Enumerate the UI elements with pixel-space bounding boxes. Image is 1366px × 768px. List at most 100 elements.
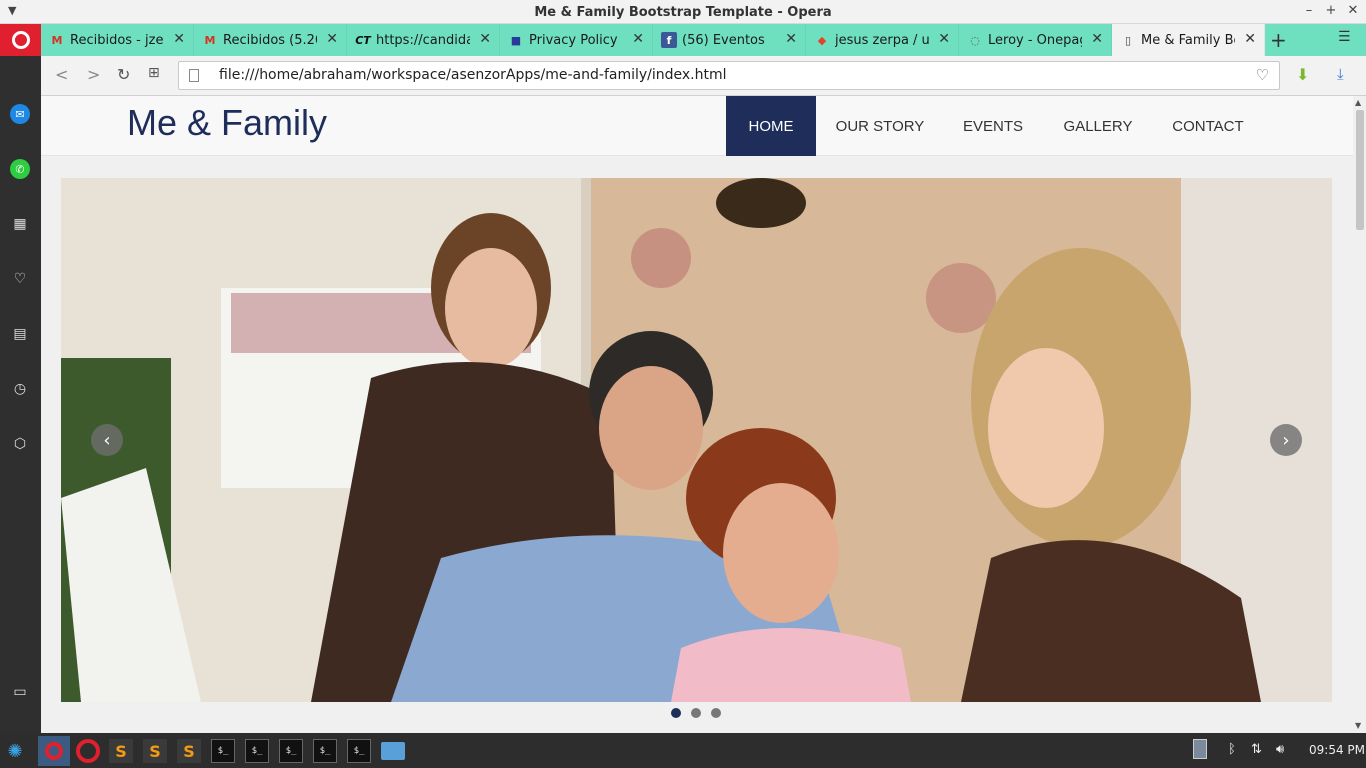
system-taskbar: ✺ S S S $_ $_ $_ $_ $_ ᛒ ⇅ 🔊︎ 09:54 PM [0, 733, 1366, 768]
opera-logo-icon [11, 31, 30, 49]
site-icon: ■ [510, 33, 522, 47]
download-icon[interactable]: ⬇ [1296, 65, 1309, 84]
sublime-text-icon[interactable]: S [177, 739, 201, 763]
extensions-cube-icon[interactable]: ⬡ [10, 434, 30, 454]
tab-close-icon[interactable]: ✕ [1091, 31, 1103, 47]
tab-label: Leroy - Onepage [988, 32, 1082, 48]
carousel-indicator-2[interactable] [691, 708, 701, 718]
speed-dial-icon[interactable]: ⊞ [148, 65, 160, 81]
close-window-button[interactable]: ✕ [1346, 3, 1360, 18]
network-icon[interactable]: ⇅ [1251, 742, 1262, 757]
sublime-text-icon[interactable]: S [143, 739, 167, 763]
tab-label: Recibidos - jzerpa [70, 32, 164, 48]
battery-icon[interactable] [1193, 739, 1207, 759]
history-clock-icon[interactable]: ◷ [10, 379, 30, 399]
family-photo [61, 178, 1332, 702]
tab[interactable]: ◆ jesus zerpa / une ✕ [806, 24, 959, 56]
sublime-text-icon[interactable]: S [109, 739, 133, 763]
hero-carousel: ‹ › [61, 178, 1332, 702]
gmail-icon: M [204, 33, 216, 47]
opera-sidebar: ✉ ✆ ▦ ♡ ▤ ◷ ⬡ ▭ [0, 56, 41, 733]
reload-button[interactable]: ↻ [117, 65, 130, 84]
minimize-button[interactable]: – [1302, 3, 1316, 18]
tab-label: Me & Family Boo [1141, 32, 1235, 48]
back-button[interactable]: < [55, 65, 68, 84]
nav-our-story[interactable]: OUR STORY [828, 96, 932, 156]
terminal-icon[interactable]: $_ [211, 739, 235, 763]
carousel-next-button[interactable]: › [1270, 424, 1302, 456]
bookmark-heart-icon[interactable]: ♡ [1256, 66, 1269, 84]
tab-close-icon[interactable]: ✕ [785, 31, 797, 47]
nav-home[interactable]: HOME [726, 96, 816, 156]
gitlab-icon: ◆ [817, 33, 827, 47]
forward-button[interactable]: > [87, 65, 100, 84]
window-titlebar: ▼ Me & Family Bootstrap Template - Opera… [0, 0, 1366, 24]
tab-close-icon[interactable]: ✕ [173, 31, 185, 47]
scroll-down-icon[interactable]: ▼ [1355, 721, 1361, 730]
page-scrollbar[interactable]: ▲ ▼ [1353, 96, 1366, 733]
tab-active[interactable]: ▯ Me & Family Boo ✕ [1112, 24, 1265, 56]
nav-gallery[interactable]: GALLERY [1051, 96, 1145, 156]
opera-menu-button[interactable] [0, 24, 41, 56]
scrollbar-thumb[interactable] [1356, 110, 1364, 230]
window-title: Me & Family Bootstrap Template - Opera [534, 5, 832, 20]
facebook-icon: f [661, 32, 677, 48]
site-brand[interactable]: Me & Family [127, 102, 327, 144]
bluetooth-icon[interactable]: ᛒ [1228, 742, 1236, 757]
carousel-indicators [671, 708, 721, 718]
tab[interactable]: ◌ Leroy - Onepage ✕ [959, 24, 1112, 56]
speed-dial-sidebar-icon[interactable]: ▦ [10, 214, 30, 234]
page-info-icon[interactable] [189, 69, 199, 82]
ct-icon: CT [355, 33, 371, 47]
url-text[interactable]: file:///home/abraham/workspace/asenzorAp… [219, 67, 727, 83]
tab[interactable]: f (56) Eventos ✕ [653, 24, 806, 56]
taskbar-opera-active[interactable] [38, 736, 70, 766]
carousel-indicator-3[interactable] [711, 708, 721, 718]
nav-contact[interactable]: CONTACT [1158, 96, 1258, 156]
volume-icon[interactable]: 🔊︎ [1276, 742, 1284, 757]
file-manager-folder-icon[interactable] [381, 742, 405, 760]
site-header: Me & Family HOME OUR STORY EVENTS GALLER… [41, 96, 1353, 156]
tab-label: https://candidat [376, 32, 470, 48]
tab[interactable]: M Recibidos (5.261) ✕ [194, 24, 347, 56]
new-tab-button[interactable]: + [1270, 28, 1287, 52]
maximize-button[interactable]: + [1324, 3, 1338, 18]
carousel-prev-button[interactable]: ‹ [91, 424, 123, 456]
tab-close-icon[interactable]: ✕ [1244, 31, 1256, 47]
tab-label: jesus zerpa / une [835, 32, 929, 48]
terminal-icon[interactable]: $_ [347, 739, 371, 763]
page-viewport: Me & Family HOME OUR STORY EVENTS GALLER… [41, 96, 1353, 733]
downloads-panel-icon[interactable]: ⤓ [1337, 65, 1344, 83]
scroll-up-icon[interactable]: ▲ [1355, 98, 1361, 107]
tab-close-icon[interactable]: ✕ [326, 31, 338, 47]
whatsapp-icon[interactable]: ✆ [10, 159, 30, 179]
start-menu-icon[interactable]: ✺ [3, 739, 27, 763]
loading-icon: ◌ [970, 33, 980, 47]
gmail-icon: M [51, 33, 63, 47]
terminal-icon[interactable]: $_ [279, 739, 303, 763]
terminal-icon[interactable]: $_ [245, 739, 269, 763]
messenger-icon[interactable]: ✉ [10, 104, 30, 124]
address-toolbar: < > ↻ ⊞ file:///home/abraham/workspace/a… [41, 56, 1366, 96]
tab-strip: M Recibidos - jzerpa ✕ M Recibidos (5.26… [0, 24, 1366, 56]
tab-label: Recibidos (5.261) [223, 32, 317, 48]
carousel-indicator-1[interactable] [671, 708, 681, 718]
page-icon: ▯ [1124, 33, 1132, 47]
tab-label: (56) Eventos [682, 32, 765, 48]
url-bar[interactable]: file:///home/abraham/workspace/asenzorAp… [178, 61, 1280, 90]
tab-close-icon[interactable]: ✕ [479, 31, 491, 47]
tab[interactable]: M Recibidos - jzerpa ✕ [41, 24, 194, 56]
tab-label: Privacy Policy [529, 32, 618, 48]
tab-close-icon[interactable]: ✕ [632, 31, 644, 47]
bookmarks-heart-icon[interactable]: ♡ [10, 269, 30, 289]
terminal-icon[interactable]: $_ [313, 739, 337, 763]
tab[interactable]: CT https://candidat ✕ [347, 24, 500, 56]
news-icon[interactable]: ▤ [10, 324, 30, 344]
tab-close-icon[interactable]: ✕ [938, 31, 950, 47]
tab[interactable]: ■ Privacy Policy ✕ [500, 24, 653, 56]
nav-events[interactable]: EVENTS [951, 96, 1035, 156]
clock[interactable]: 09:54 PM [1309, 743, 1365, 757]
opera-icon[interactable] [76, 739, 100, 763]
tab-menu-icon[interactable]: ☰ [1338, 29, 1351, 45]
sidebar-toggle-icon[interactable]: ▭ [10, 682, 30, 702]
